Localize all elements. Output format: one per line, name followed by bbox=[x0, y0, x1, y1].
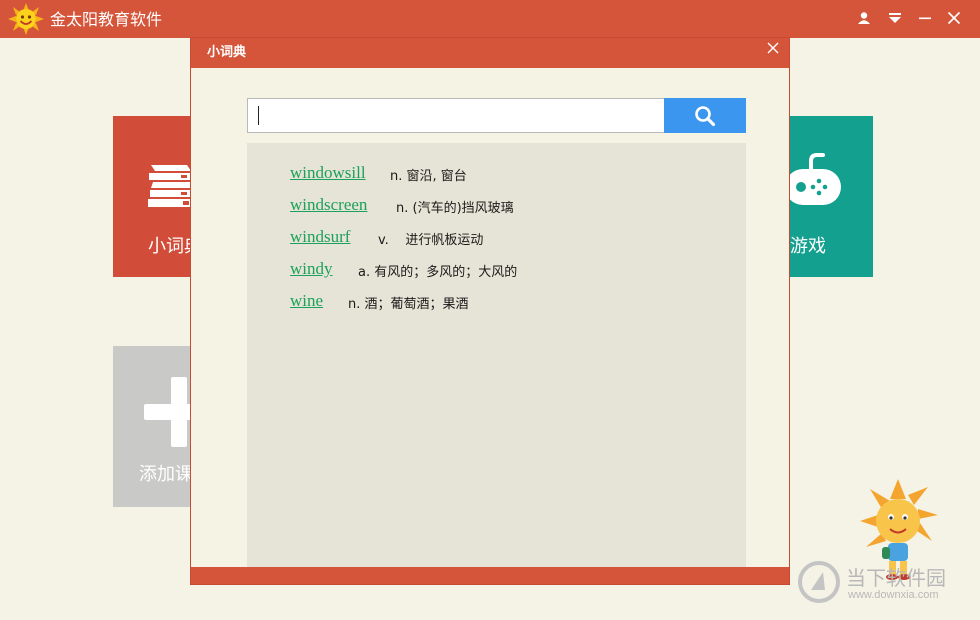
watermark-url: www.downxia.com bbox=[848, 589, 939, 601]
gamepad-icon bbox=[789, 153, 841, 205]
list-item: windy a. 有风的；多风的；大风的 bbox=[290, 259, 517, 281]
user-icon bbox=[858, 12, 870, 24]
word-link[interactable]: windowsill bbox=[290, 163, 366, 183]
dialog-title: 小词典 bbox=[207, 45, 247, 60]
watermark-brand: 当下软件园 bbox=[846, 566, 946, 590]
word-definition: n. 窗沿, 窗台 bbox=[390, 169, 467, 184]
dictionary-dialog: 小词典 windowsill n. 窗沿, 窗台 windscreen n. (… bbox=[190, 37, 790, 585]
plus-icon bbox=[144, 377, 190, 447]
word-definition: a. 有风的；多风的；大风的 bbox=[358, 265, 518, 280]
app-title: 金太阳教育软件 bbox=[50, 10, 163, 29]
user-button[interactable] bbox=[852, 6, 876, 30]
minimize-button[interactable] bbox=[913, 6, 937, 30]
word-link[interactable]: windscreen bbox=[290, 195, 367, 215]
word-definition: v. 进行帆板运动 bbox=[378, 233, 484, 248]
title-bar: 金太阳教育软件 bbox=[0, 0, 980, 38]
word-definition: n. 酒；葡萄酒；果酒 bbox=[348, 297, 469, 312]
sun-logo-icon bbox=[8, 3, 44, 35]
downxia-logo-icon bbox=[798, 561, 840, 603]
tile-dictionary[interactable]: 小词典 bbox=[113, 116, 191, 277]
close-icon bbox=[947, 11, 961, 25]
menu-down-icon bbox=[889, 13, 901, 23]
search-button[interactable] bbox=[664, 98, 746, 133]
list-item: windscreen n. (汽车的)挡风玻璃 bbox=[290, 195, 514, 217]
tile-games[interactable]: 教育游戏 bbox=[789, 116, 873, 277]
minimize-icon bbox=[919, 17, 931, 20]
tile-add-label: 添加课 bbox=[139, 464, 191, 485]
word-link[interactable]: wine bbox=[290, 291, 323, 311]
tile-add-lesson[interactable]: 添加课 bbox=[113, 346, 191, 507]
list-item: windowsill n. 窗沿, 窗台 bbox=[290, 163, 467, 185]
list-item: wine n. 酒；葡萄酒；果酒 bbox=[290, 291, 469, 313]
close-app-button[interactable] bbox=[942, 6, 966, 30]
tile-dictionary-label: 小词典 bbox=[148, 236, 191, 257]
word-definition: n. (汽车的)挡风玻璃 bbox=[396, 201, 514, 216]
search-input[interactable] bbox=[247, 98, 665, 133]
books-icon bbox=[148, 165, 191, 207]
list-item: windsurf v. 进行帆板运动 bbox=[290, 227, 483, 249]
menu-button[interactable] bbox=[883, 6, 907, 30]
tile-games-label: 教育游戏 bbox=[789, 236, 826, 257]
dialog-header: 小词典 bbox=[191, 38, 789, 68]
close-icon[interactable] bbox=[765, 40, 781, 56]
text-caret bbox=[258, 106, 259, 125]
results-list: windowsill n. 窗沿, 窗台 windscreen n. (汽车的)… bbox=[247, 143, 746, 567]
dialog-footer bbox=[191, 567, 789, 584]
search-icon bbox=[695, 105, 716, 126]
word-link[interactable]: windy bbox=[290, 259, 333, 279]
word-link[interactable]: windsurf bbox=[290, 227, 350, 247]
